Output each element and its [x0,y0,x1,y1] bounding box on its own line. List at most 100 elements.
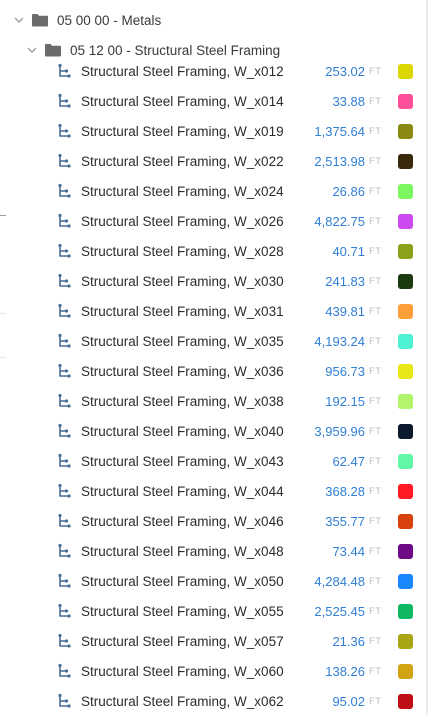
structural-element-icon [58,543,71,558]
item-quantity: 241.83 [325,273,365,289]
structural-element-icon [58,393,71,408]
color-swatch[interactable] [398,483,413,499]
item-name: Structural Steel Framing, W_x026 [81,213,284,229]
list-item[interactable]: Structural Steel Framing, W_x055 2,525.45… [0,596,428,626]
item-unit: FT [369,305,382,317]
color-swatch[interactable] [398,633,413,649]
list-item[interactable]: Structural Steel Framing, W_x031 439.81 FT [0,296,428,326]
list-item[interactable]: Structural Steel Framing, W_x062 95.02 FT [0,686,428,716]
item-name: Structural Steel Framing, W_x055 [81,603,284,619]
color-swatch[interactable] [398,93,413,109]
item-name: Structural Steel Framing, W_x048 [81,543,284,559]
item-unit: FT [369,545,382,557]
element-list: Structural Steel Framing, W_x012 253.02 FT… [0,56,428,716]
item-name: Structural Steel Framing, W_x060 [81,663,284,679]
color-swatch[interactable] [398,333,413,349]
color-swatch[interactable] [398,573,413,589]
item-name: Structural Steel Framing, W_x012 [81,63,284,79]
color-swatch[interactable] [398,63,413,79]
color-swatch[interactable] [398,303,413,319]
structural-element-icon [58,603,71,618]
item-quantity: 3,959.96 [314,423,365,439]
item-name: Structural Steel Framing, W_x044 [81,483,284,499]
item-quantity: 73.44 [332,543,365,559]
list-item[interactable]: Structural Steel Framing, W_x050 4,284.48… [0,566,428,596]
color-swatch[interactable] [398,423,413,439]
item-name: Structural Steel Framing, W_x046 [81,513,284,529]
color-swatch[interactable] [398,603,413,619]
list-item[interactable]: Structural Steel Framing, W_x043 62.47 FT [0,446,428,476]
item-unit: FT [369,365,382,377]
item-name: Structural Steel Framing, W_x062 [81,693,284,709]
list-item[interactable]: Structural Steel Framing, W_x046 355.77 FT [0,506,428,536]
list-item[interactable]: Structural Steel Framing, W_x022 2,513.98… [0,146,428,176]
item-unit: FT [369,485,382,497]
item-unit: FT [369,665,382,677]
structural-element-icon [58,573,71,588]
item-quantity: 253.02 [325,63,365,79]
item-unit: FT [369,275,382,287]
structural-element-icon [58,453,71,468]
list-item[interactable]: Structural Steel Framing, W_x024 26.86 FT [0,176,428,206]
list-item[interactable]: Structural Steel Framing, W_x060 138.26 FT [0,656,428,686]
color-swatch[interactable] [398,243,413,259]
item-quantity: 2,513.98 [314,153,365,169]
list-item[interactable]: Structural Steel Framing, W_x035 4,193.24… [0,326,428,356]
structural-element-icon [58,93,71,108]
structural-element-icon [58,363,71,378]
structural-element-icon [58,123,71,138]
color-swatch[interactable] [398,213,413,229]
item-unit: FT [369,515,382,527]
color-swatch[interactable] [398,543,413,559]
list-item[interactable]: Structural Steel Framing, W_x012 253.02 FT [0,56,428,86]
item-name: Structural Steel Framing, W_x050 [81,573,284,589]
item-name: Structural Steel Framing, W_x022 [81,153,284,169]
color-swatch[interactable] [398,453,413,469]
list-item[interactable]: Structural Steel Framing, W_x028 40.71 FT [0,236,428,266]
color-swatch[interactable] [398,693,413,709]
structural-element-icon [58,303,71,318]
item-quantity: 2,525.45 [314,603,365,619]
list-item[interactable]: Structural Steel Framing, W_x057 21.36 FT [0,626,428,656]
item-quantity: 439.81 [325,303,365,319]
list-item[interactable]: Structural Steel Framing, W_x048 73.44 FT [0,536,428,566]
list-item[interactable]: Structural Steel Framing, W_x019 1,375.64… [0,116,428,146]
chevron-down-icon[interactable] [26,44,38,56]
item-quantity: 4,284.48 [314,573,365,589]
tree-node-metals[interactable]: 05 00 00 - Metals [0,6,428,34]
item-quantity: 956.73 [325,363,365,379]
item-name: Structural Steel Framing, W_x014 [81,93,284,109]
item-name: Structural Steel Framing, W_x043 [81,453,284,469]
list-item[interactable]: Structural Steel Framing, W_x038 192.15 FT [0,386,428,416]
color-swatch[interactable] [398,273,413,289]
structural-element-icon [58,483,71,498]
item-unit: FT [369,635,382,647]
list-item[interactable]: Structural Steel Framing, W_x044 368.28 FT [0,476,428,506]
color-swatch[interactable] [398,363,413,379]
item-unit: FT [369,395,382,407]
structural-element-icon [58,213,71,228]
item-quantity: 40.71 [332,243,365,259]
chevron-down-icon[interactable] [13,14,25,26]
color-swatch[interactable] [398,183,413,199]
structural-element-icon [58,243,71,258]
structural-element-icon [58,153,71,168]
color-swatch[interactable] [398,153,413,169]
list-item[interactable]: Structural Steel Framing, W_x040 3,959.96… [0,416,428,446]
item-quantity: 355.77 [325,513,365,529]
item-quantity: 4,822.75 [314,213,365,229]
color-swatch[interactable] [398,513,413,529]
item-unit: FT [369,575,382,587]
color-swatch[interactable] [398,393,413,409]
structural-element-icon [58,183,71,198]
color-swatch[interactable] [398,663,413,679]
tree-node-label: 05 00 00 - Metals [57,12,162,28]
list-item[interactable]: Structural Steel Framing, W_x036 956.73 FT [0,356,428,386]
color-swatch[interactable] [398,123,413,139]
structural-element-icon [58,273,71,288]
list-item[interactable]: Structural Steel Framing, W_x026 4,822.75… [0,206,428,236]
item-name: Structural Steel Framing, W_x057 [81,633,284,649]
list-item[interactable]: Structural Steel Framing, W_x030 241.83 FT [0,266,428,296]
list-item[interactable]: Structural Steel Framing, W_x014 33.88 FT [0,86,428,116]
item-quantity: 33.88 [332,93,365,109]
